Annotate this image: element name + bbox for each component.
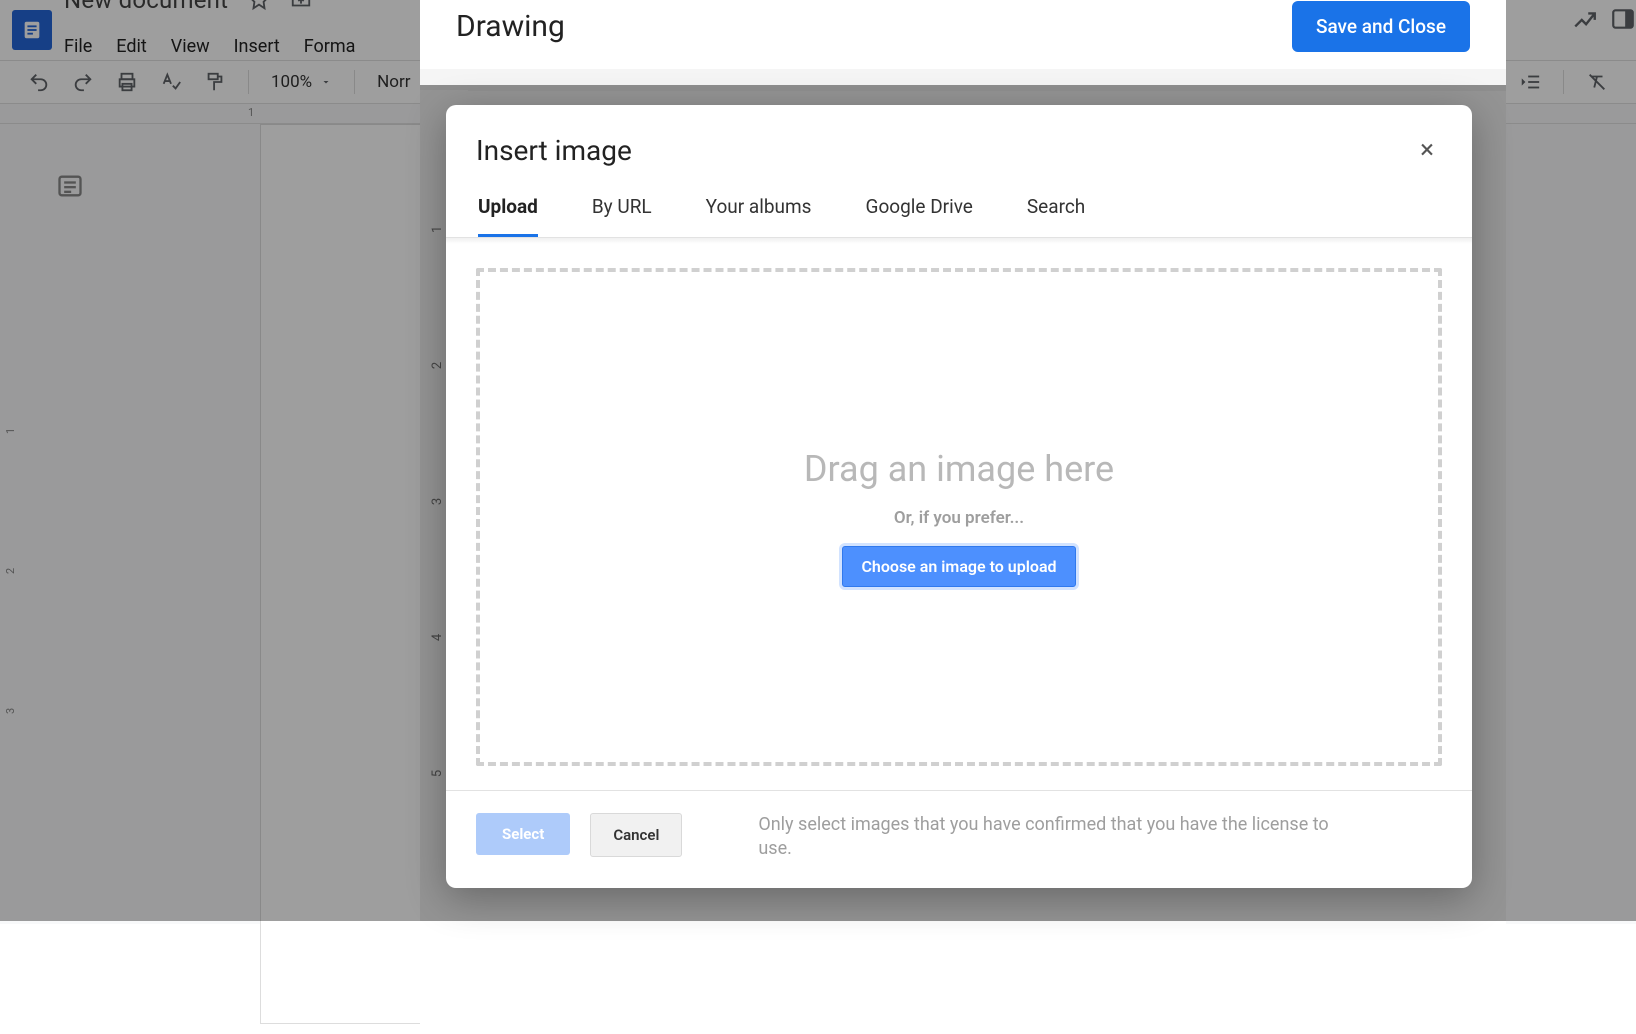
tabs-shadow: [446, 238, 1472, 244]
tab-upload[interactable]: Upload: [478, 195, 538, 237]
tab-search[interactable]: Search: [1027, 195, 1085, 237]
insert-image-title: Insert image: [476, 134, 632, 167]
drawing-header: Drawing Save and Close: [420, 0, 1506, 69]
close-button[interactable]: ×: [1412, 131, 1442, 169]
drop-zone-headline: Drag an image here: [804, 448, 1114, 490]
drawing-title: Drawing: [456, 9, 565, 44]
tab-by-url[interactable]: By URL: [592, 195, 652, 237]
choose-image-button[interactable]: Choose an image to upload: [842, 546, 1075, 587]
cancel-button[interactable]: Cancel: [590, 813, 682, 857]
insert-image-tabs: Upload By URL Your albums Google Drive S…: [446, 181, 1472, 238]
license-note: Only select images that you have confirm…: [758, 813, 1358, 862]
insert-image-dialog: Insert image × Upload By URL Your albums…: [446, 105, 1472, 888]
save-and-close-button[interactable]: Save and Close: [1292, 1, 1470, 52]
upload-drop-zone[interactable]: Drag an image here Or, if you prefer... …: [476, 268, 1442, 766]
drop-zone-or-text: Or, if you prefer...: [894, 508, 1024, 528]
close-icon: ×: [1420, 135, 1434, 165]
insert-image-footer: Select Cancel Only select images that yo…: [446, 790, 1472, 862]
tab-google-drive[interactable]: Google Drive: [866, 195, 973, 237]
select-button[interactable]: Select: [476, 813, 570, 855]
tab-your-albums[interactable]: Your albums: [706, 195, 812, 237]
